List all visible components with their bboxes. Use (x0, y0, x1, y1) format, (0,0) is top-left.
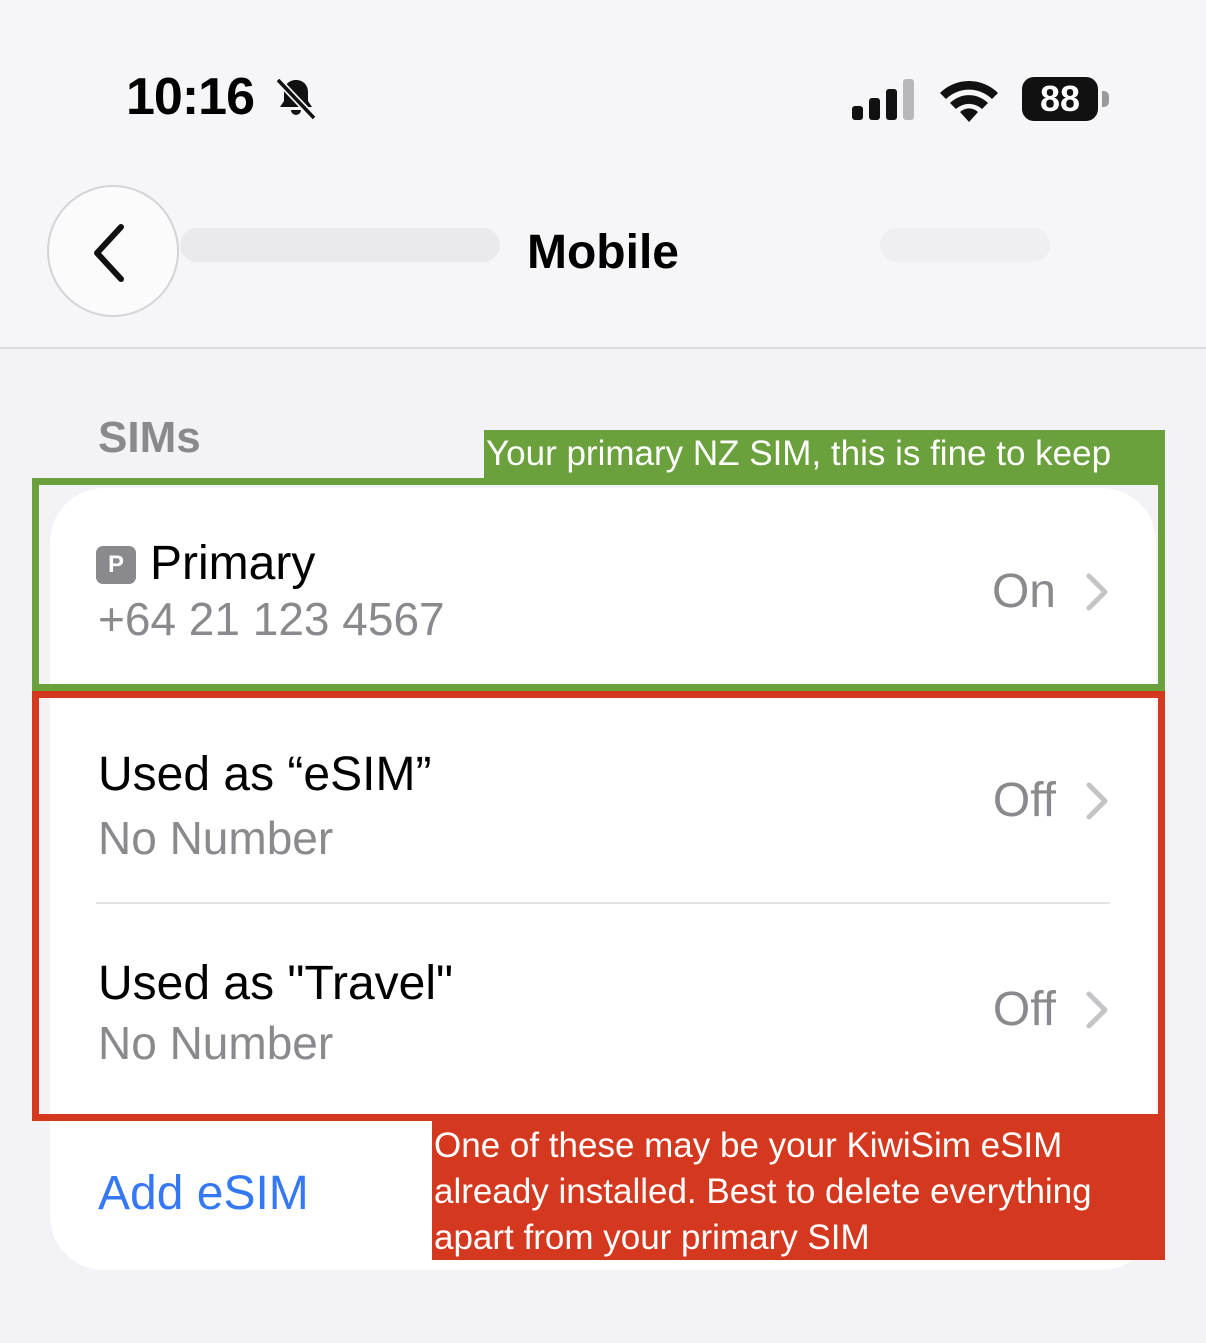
annotation-note-line: apart from your primary SIM (434, 1218, 870, 1257)
cellular-signal-icon (852, 79, 914, 120)
annotation-note-other-sims: One of these may be your KiwiSim eSIM al… (432, 1121, 1165, 1260)
battery-cap (1102, 91, 1109, 107)
battery-level: 88 (1022, 77, 1098, 121)
annotation-highlight-other-sims (32, 691, 1165, 1121)
add-esim-button[interactable]: Add eSIM (98, 1166, 309, 1222)
bell-slash-icon (275, 77, 317, 121)
battery-icon: 88 (1022, 77, 1112, 121)
status-bar: 10:16 88 (0, 0, 1206, 170)
annotation-note-line: already installed. Best to delete everyt… (434, 1172, 1092, 1211)
nav-bar: Mobile (0, 170, 1206, 349)
annotation-note-line: One of these may be your KiwiSim eSIM (434, 1126, 1063, 1165)
annotation-note-primary: Your primary NZ SIM, this is fine to kee… (484, 430, 1165, 478)
section-header-sims: SIMs (98, 413, 201, 462)
page-title: Mobile (527, 226, 679, 279)
status-time: 10:16 (126, 68, 255, 126)
wifi-icon (940, 80, 998, 122)
annotation-highlight-primary (32, 478, 1165, 691)
